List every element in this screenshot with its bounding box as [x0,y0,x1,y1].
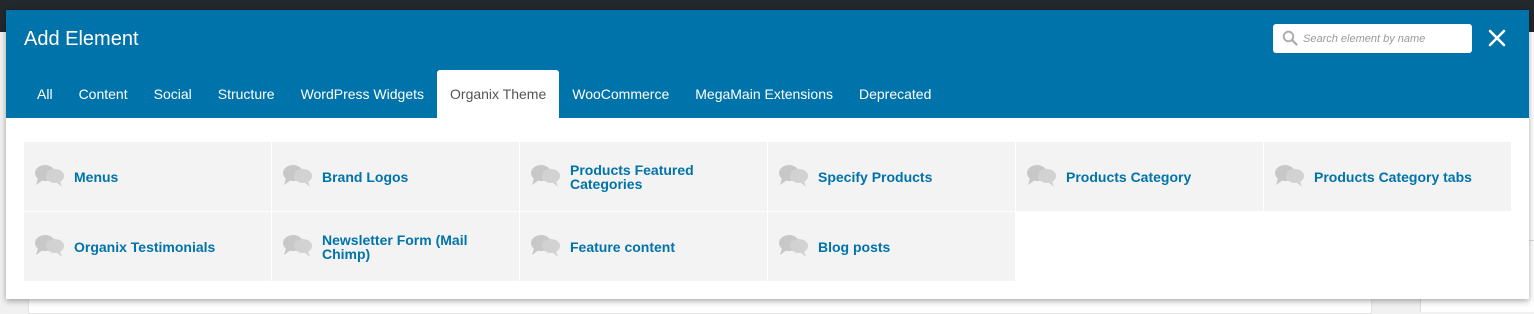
tab-deprecated[interactable]: Deprecated [846,70,944,118]
element-label: Brand Logos [322,168,409,185]
element-label: Newsletter Form (Mail Chimp) [322,231,468,262]
tab-megamain-extensions[interactable]: MegaMain Extensions [682,70,846,118]
tab-content[interactable]: Content [66,70,141,118]
search-icon [1282,30,1298,46]
tab-organix-theme[interactable]: Organix Theme [437,70,560,118]
element-label: Organix Testimonials [74,238,216,255]
element-organix-testimonials[interactable]: Organix Testimonials [24,212,271,281]
close-icon[interactable] [1484,25,1510,51]
chat-bubbles-icon [779,165,808,187]
tab-wordpress-widgets[interactable]: WordPress Widgets [288,70,437,118]
chat-bubbles-icon [531,165,560,187]
element-blog-posts[interactable]: Blog posts [768,212,1015,281]
search-input[interactable] [1303,27,1465,50]
tab-woocommerce[interactable]: WooCommerce [559,70,682,118]
chat-bubbles-icon [1275,165,1304,187]
chat-bubbles-icon [283,165,312,187]
element-label: Feature content [570,238,676,255]
modal-header: Add Element All Content Social Structure… [6,10,1529,118]
chat-bubbles-icon [1027,165,1056,187]
category-tabs: All Content Social Structure WordPress W… [24,70,944,118]
chat-bubbles-icon [35,235,64,257]
element-label: Menus [74,168,119,185]
element-label: Products Featured Categories [570,161,694,192]
element-feature-content[interactable]: Feature content [520,212,767,281]
element-label: Blog posts [818,238,891,255]
element-label: Products Category tabs [1314,168,1472,185]
tab-social[interactable]: Social [141,70,205,118]
add-element-modal: Add Element All Content Social Structure… [6,10,1529,299]
element-label: Specify Products [818,168,933,185]
element-menus[interactable]: Menus [24,142,271,211]
element-brand-logos[interactable]: Brand Logos [272,142,519,211]
element-newsletter-form[interactable]: Newsletter Form (Mail Chimp) [272,212,519,281]
element-products-category-tabs[interactable]: Products Category tabs [1264,142,1511,211]
element-products-featured-categories[interactable]: Products Featured Categories [520,142,767,211]
chat-bubbles-icon [531,235,560,257]
element-products-category[interactable]: Products Category [1016,142,1263,211]
chat-bubbles-icon [283,235,312,257]
element-label: Products Category [1066,168,1192,185]
element-grid: Menus Brand Logos Products Featured Cate… [24,142,1512,281]
element-specify-products[interactable]: Specify Products [768,142,1015,211]
search-box[interactable] [1273,24,1472,53]
modal-title: Add Element [24,28,139,50]
chat-bubbles-icon [779,235,808,257]
tab-all[interactable]: All [24,70,66,118]
chat-bubbles-icon [35,165,64,187]
tab-structure[interactable]: Structure [205,70,288,118]
